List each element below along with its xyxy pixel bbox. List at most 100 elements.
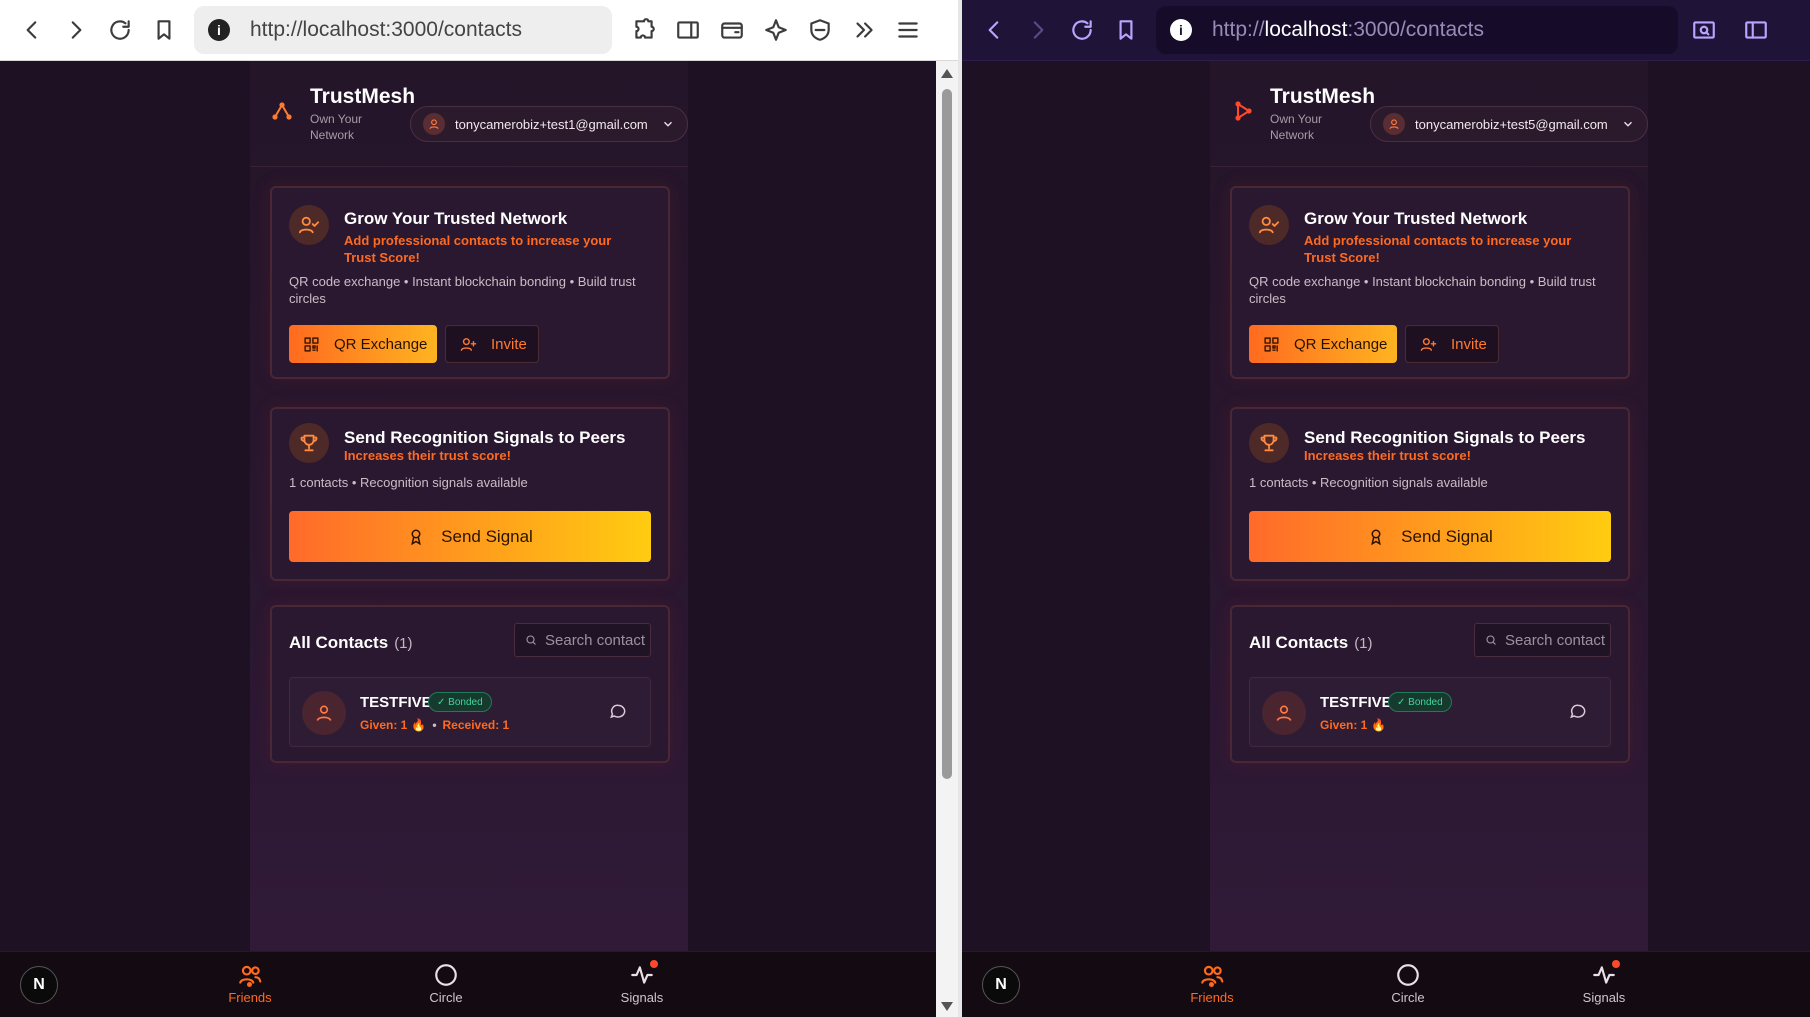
qr-exchange-button[interactable]: QR Exchange — [289, 325, 437, 363]
bookmark-icon[interactable] — [142, 8, 186, 52]
back-arrow-icon[interactable] — [10, 8, 54, 52]
card-subtitle: Increases their trust score! — [1304, 448, 1471, 463]
contacts-card: All Contacts (1) TESTFIVE ✓ Bonded Given:… — [270, 605, 670, 763]
brand-tagline: Own Your Network — [310, 111, 363, 142]
notification-dot — [650, 960, 658, 968]
puzzle-icon[interactable] — [622, 8, 666, 52]
bonded-badge: ✓ Bonded — [1388, 692, 1452, 712]
circle-icon — [1397, 964, 1419, 986]
card-title: Grow Your Trusted Network — [1304, 209, 1528, 228]
contacts-count: (1) — [394, 635, 413, 652]
bonded-badge: ✓ Bonded — [428, 692, 492, 712]
account-switcher[interactable]: tonycamerobiz+test1@gmail.com — [410, 106, 688, 142]
scroll-down-arrow-icon[interactable] — [941, 1002, 953, 1011]
search-icon — [1486, 635, 1496, 645]
scrollbar-thumb[interactable] — [942, 89, 952, 779]
invite-button[interactable]: Invite — [1405, 325, 1499, 363]
contacts-heading: All Contacts (1) — [289, 633, 413, 653]
page-search-icon[interactable] — [1682, 8, 1726, 52]
bottom-navigation: N Friends Circle Signals — [962, 951, 1810, 1017]
nav-signals[interactable]: Signals — [602, 960, 682, 1005]
contact-name: TESTFIVE — [1320, 694, 1392, 711]
account-email: tonycamerobiz+test1@gmail.com — [455, 116, 648, 132]
send-signal-button[interactable]: Send Signal — [289, 511, 651, 562]
recognition-signal-card: Send Recognition Signals to Peers Increa… — [1230, 407, 1630, 581]
contact-name: TESTFIVE — [360, 694, 432, 711]
nav-circle-label: Circle — [429, 990, 463, 1005]
browser-toolbar: i http://localhost:3000/contacts — [0, 0, 958, 61]
scroll-up-arrow-icon[interactable] — [941, 69, 953, 78]
address-bar[interactable]: i http://localhost:3000/contacts — [194, 6, 612, 54]
user-check-icon — [289, 205, 329, 245]
search-box[interactable] — [1474, 623, 1611, 657]
search-icon — [526, 635, 536, 645]
bottom-navigation: N Friends Circle Signals — [0, 951, 936, 1017]
user-plus-icon — [460, 337, 477, 351]
address-bar[interactable]: i http://localhost:3000/contacts — [1156, 6, 1678, 54]
forward-arrow-icon[interactable] — [54, 8, 98, 52]
hamburger-icon[interactable] — [886, 8, 930, 52]
sparkle-icon[interactable] — [754, 8, 798, 52]
received-count: Received: 1 — [442, 718, 510, 732]
search-input[interactable] — [1505, 631, 1605, 649]
nextjs-dev-badge[interactable]: N — [982, 966, 1020, 1004]
site-info-icon[interactable]: i — [208, 19, 230, 41]
nav-circle[interactable]: Circle — [1368, 962, 1448, 1005]
trophy-icon — [289, 423, 329, 463]
active-dot — [1209, 982, 1214, 987]
notification-dot — [1612, 960, 1620, 968]
qr-exchange-label: QR Exchange — [334, 335, 428, 353]
reload-icon[interactable] — [98, 8, 142, 52]
search-input[interactable] — [545, 631, 645, 649]
nav-friends[interactable]: Friends — [1172, 962, 1252, 1005]
trustmesh-logo-icon — [270, 99, 294, 128]
chevron-down-icon — [664, 121, 672, 127]
user-check-icon — [1249, 205, 1289, 245]
user-avatar-icon — [1383, 113, 1405, 135]
contacts-title: All Contacts — [289, 633, 389, 652]
app-header: TrustMesh Own Your Network tonycamerobiz… — [250, 61, 688, 167]
contact-list-item[interactable]: TESTFIVE ✓ Bonded Given: 1 🔥 • Received: 1 — [289, 677, 651, 747]
url-text: http://localhost:3000/contacts — [250, 18, 523, 41]
nav-signals[interactable]: Signals — [1564, 960, 1644, 1005]
wallet-icon[interactable] — [710, 8, 754, 52]
app-column: TrustMesh Own Your Network tonycamerobiz… — [1210, 61, 1648, 951]
card-title: Send Recognition Signals to Peers — [344, 428, 626, 447]
browser-window-right: i http://localhost:3000/contacts TrustMe… — [962, 0, 1810, 1017]
account-switcher[interactable]: tonycamerobiz+test5@gmail.com — [1370, 106, 1648, 142]
nav-signals-label: Signals — [620, 990, 664, 1005]
nav-friends-label: Friends — [1190, 990, 1234, 1005]
shield-icon[interactable] — [798, 8, 842, 52]
invite-label: Invite — [1451, 335, 1487, 353]
message-bubble-icon[interactable] — [608, 702, 628, 722]
message-bubble-icon[interactable] — [1568, 702, 1588, 722]
sidebar-icon[interactable] — [1734, 8, 1778, 52]
url-host: localhost — [1264, 18, 1348, 41]
card-meta: 1 contacts • Recognition signals availab… — [289, 475, 528, 490]
user-avatar-icon — [423, 113, 445, 135]
search-box[interactable] — [514, 623, 651, 657]
bookmark-icon[interactable] — [1104, 8, 1148, 52]
forward-arrow-icon[interactable] — [1016, 8, 1060, 52]
card-subtitle: Add professional contacts to increase yo… — [344, 233, 612, 265]
qr-exchange-button[interactable]: QR Exchange — [1249, 325, 1397, 363]
nav-signals-label: Signals — [1582, 990, 1626, 1005]
site-info-icon[interactable]: i — [1170, 19, 1192, 41]
vertical-scrollbar[interactable] — [936, 61, 958, 1017]
nav-circle[interactable]: Circle — [406, 962, 486, 1005]
back-arrow-icon[interactable] — [972, 8, 1016, 52]
nav-friends-label: Friends — [228, 990, 272, 1005]
nav-friends[interactable]: Friends — [210, 962, 290, 1005]
double-chevron-icon[interactable] — [842, 8, 886, 52]
sidebar-icon[interactable] — [666, 8, 710, 52]
card-meta: QR code exchange • Instant blockchain bo… — [1249, 274, 1596, 306]
send-signal-button[interactable]: Send Signal — [1249, 511, 1611, 562]
given-count: Given: 1 — [1320, 718, 1368, 732]
page-viewport: TrustMesh Own Your Network tonycamerobiz… — [0, 61, 936, 1017]
contact-list-item[interactable]: TESTFIVE ✓ Bonded Given: 1 🔥 — [1249, 677, 1611, 747]
contact-avatar-icon — [1262, 691, 1306, 735]
contacts-card: All Contacts (1) TESTFIVE ✓ Bonded Given:… — [1230, 605, 1630, 763]
reload-icon[interactable] — [1060, 8, 1104, 52]
invite-button[interactable]: Invite — [445, 325, 539, 363]
nextjs-dev-badge[interactable]: N — [20, 966, 58, 1004]
